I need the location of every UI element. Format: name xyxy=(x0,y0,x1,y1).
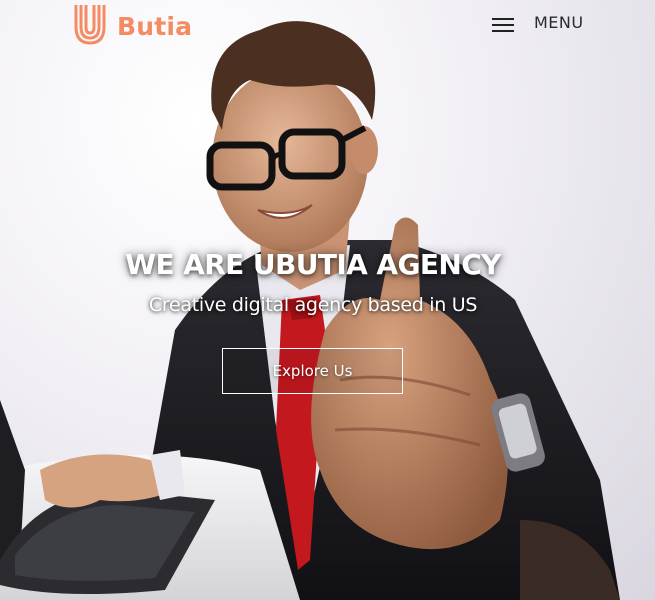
brand-logo[interactable]: Butia xyxy=(72,3,192,45)
hamburger-icon xyxy=(492,18,514,32)
hero-headline: WE ARE UBUTIA AGENCY xyxy=(125,248,501,281)
hero-tagline: Creative digital agency based in US xyxy=(148,294,478,316)
hero-section: Butia MENU WE ARE UBUTIA AGENCY Creative… xyxy=(0,0,655,600)
menu-button[interactable]: MENU xyxy=(492,10,584,34)
explore-us-button[interactable]: Explore Us xyxy=(222,348,403,394)
brand-name: Butia xyxy=(117,11,193,41)
u-logo-icon xyxy=(74,5,106,45)
menu-label: MENU xyxy=(534,12,584,32)
